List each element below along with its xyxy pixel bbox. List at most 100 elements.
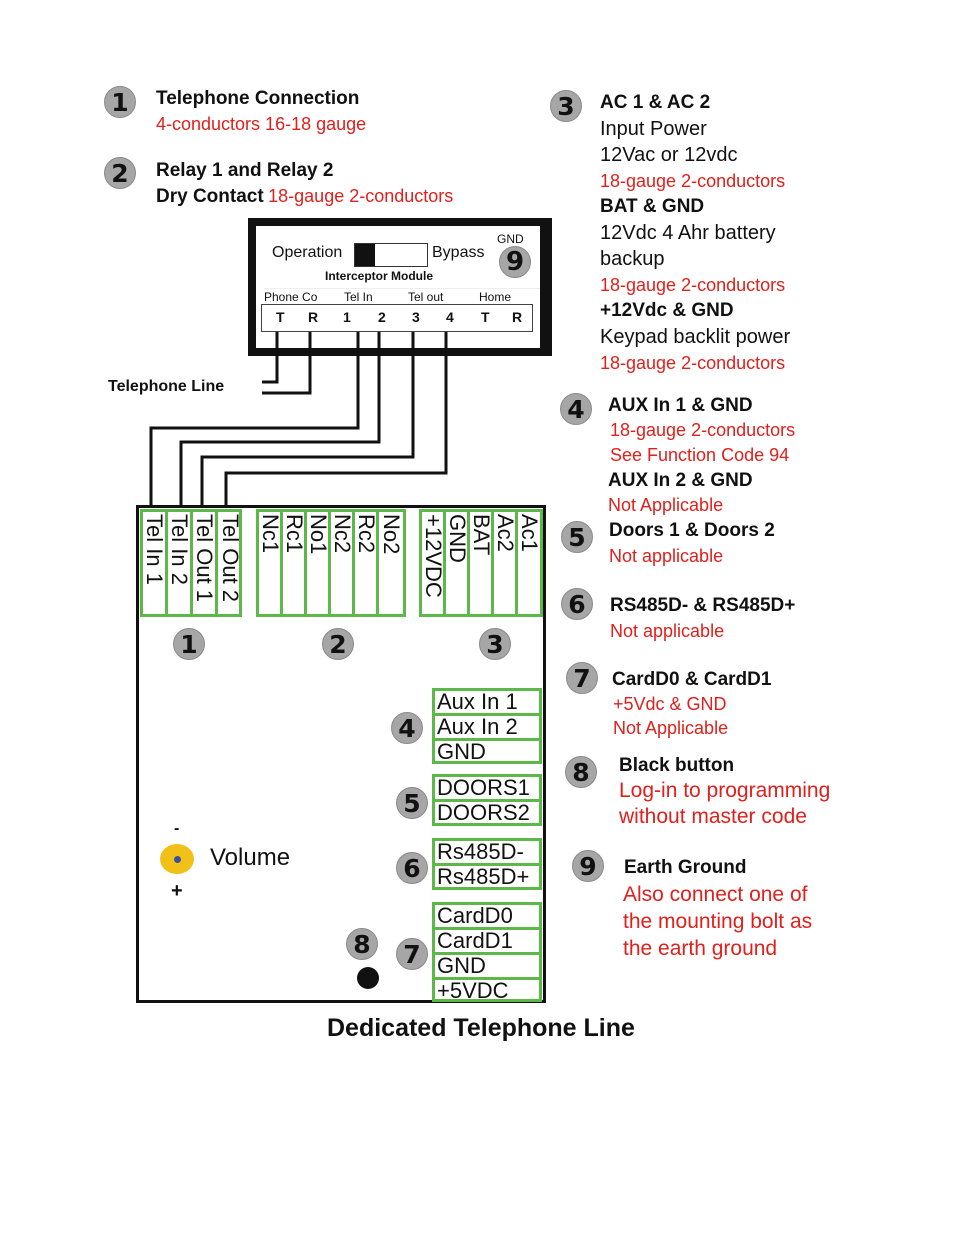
terminal-2: 2 bbox=[378, 309, 386, 325]
group-telout: Tel out bbox=[408, 290, 444, 304]
terminal-R2: R bbox=[512, 309, 523, 325]
label-nc2: Nc2 bbox=[329, 514, 355, 554]
terminal-tel-out-2[interactable]: Tel Out 2 bbox=[218, 512, 243, 614]
terminal-bat[interactable]: BAT bbox=[469, 512, 494, 614]
terminal-doors2[interactable]: DOORS2 bbox=[435, 802, 539, 824]
terminal-rs485-plus[interactable]: Rs485D+ bbox=[435, 866, 539, 888]
bypass-label: Bypass bbox=[432, 244, 485, 261]
item7-title: CardD0 & CardD1 bbox=[612, 669, 772, 690]
group-home: Home bbox=[479, 290, 512, 304]
terminal-block-telephone: Tel In 1 Tel In 2 Tel Out 1 Tel Out 2 bbox=[140, 509, 243, 617]
item3-bat-title: BAT & GND bbox=[600, 196, 705, 217]
badge-6: 6 bbox=[561, 588, 593, 620]
label-no1: No1 bbox=[305, 514, 331, 555]
volume-knob[interactable] bbox=[160, 844, 194, 874]
mode-switch[interactable] bbox=[354, 243, 428, 267]
board-badge-8: 8 bbox=[346, 928, 378, 960]
badge-2: 2 bbox=[104, 157, 136, 189]
badge-7: 7 bbox=[566, 662, 598, 694]
terminal-aux-gnd[interactable]: GND bbox=[435, 741, 539, 763]
board-badge-4: 4 bbox=[391, 712, 423, 744]
terminal-gnd-power[interactable]: GND bbox=[444, 512, 470, 614]
item3-ac-line2: 12Vac or 12vdc bbox=[600, 144, 738, 166]
terminal-doors1[interactable]: DOORS1 bbox=[435, 777, 539, 802]
wire-telout-3 bbox=[200, 332, 415, 505]
label-tel-out-1: Tel Out 1 bbox=[192, 514, 217, 603]
interceptor-module: Operation Bypass GND 9 Interceptor Modul… bbox=[248, 218, 552, 356]
item1-note: 4-conductors 16-18 gauge bbox=[156, 114, 367, 134]
terminal-card-d0[interactable]: CardD0 bbox=[435, 905, 539, 930]
item2-title: Relay 1 and Relay 2 bbox=[156, 160, 334, 181]
item9-title: Earth Ground bbox=[624, 857, 747, 878]
divider bbox=[264, 288, 540, 289]
terminal-1: 1 bbox=[343, 309, 351, 325]
terminal-card-d1[interactable]: CardD1 bbox=[435, 930, 539, 955]
terminal-card-gnd[interactable]: GND bbox=[435, 955, 539, 980]
operation-label: Operation bbox=[272, 244, 343, 261]
terminal-block-rs485: Rs485D- Rs485D+ bbox=[432, 838, 542, 890]
terminal-no2[interactable]: No2 bbox=[379, 512, 404, 614]
terminal-tel-in-1[interactable]: Tel In 1 bbox=[142, 512, 168, 614]
terminal-nc2[interactable]: Nc2 bbox=[329, 512, 355, 614]
label-no2: No2 bbox=[379, 514, 404, 555]
terminal-12vdc[interactable]: +12VDC bbox=[421, 512, 446, 614]
board-badge-3: 3 bbox=[479, 628, 511, 660]
terminal-tel-out-1[interactable]: Tel Out 1 bbox=[192, 512, 218, 614]
board-badge-5: 5 bbox=[396, 787, 428, 819]
item2-note: 18-gauge 2-conductors bbox=[268, 186, 454, 206]
badge-1: 1 bbox=[104, 86, 136, 118]
terminal-3: 3 bbox=[412, 309, 420, 325]
item3-kp-title: +12Vdc & GND bbox=[600, 300, 734, 321]
terminal-T2: T bbox=[481, 309, 490, 325]
terminal-ac1[interactable]: Ac1 bbox=[517, 512, 542, 614]
terminal-nc1[interactable]: Nc1 bbox=[257, 512, 283, 614]
label-rc2: Rc2 bbox=[353, 514, 379, 554]
terminal-tel-in-2[interactable]: Tel In 2 bbox=[167, 512, 193, 614]
black-button[interactable] bbox=[357, 967, 379, 989]
item4-title2: AUX In 2 & GND bbox=[608, 470, 753, 491]
item4-note2: Not Applicable bbox=[608, 495, 724, 515]
wire-telin-1 bbox=[149, 332, 360, 505]
volume-label: Volume bbox=[210, 844, 291, 871]
terminal-ac2[interactable]: Ac2 bbox=[492, 512, 518, 614]
terminal-aux-in-2[interactable]: Aux In 2 bbox=[435, 716, 539, 741]
terminal-rs485-minus[interactable]: Rs485D- bbox=[435, 841, 539, 866]
item4-note1a: 18-gauge 2-conductors bbox=[610, 420, 796, 440]
terminal-rc1[interactable]: Rc1 bbox=[282, 512, 307, 614]
label-ac2: Ac2 bbox=[492, 514, 518, 552]
item7-note1: +5Vdc & GND bbox=[613, 694, 727, 714]
item9-note1: Also connect one of bbox=[623, 883, 808, 906]
board-badge-1: 1 bbox=[173, 628, 205, 660]
board-badge-2: 2 bbox=[322, 628, 354, 660]
label-gnd-power: GND bbox=[444, 514, 470, 563]
item3-ac-line1: Input Power bbox=[600, 118, 707, 140]
terminal-block-doors: DOORS1 DOORS2 bbox=[432, 774, 542, 826]
module-name: Interceptor Module bbox=[325, 269, 434, 283]
badge-9-module: 9 bbox=[499, 246, 531, 278]
terminal-aux-in-1[interactable]: Aux In 1 bbox=[435, 691, 539, 716]
terminal-block-relays: Nc1 Rc1 No1 Nc2 Rc2 No2 bbox=[256, 509, 406, 617]
badge-4: 4 bbox=[560, 393, 592, 425]
switch-knob[interactable] bbox=[355, 244, 375, 266]
terminal-rc2[interactable]: Rc2 bbox=[353, 512, 379, 614]
label-tel-out-2: Tel Out 2 bbox=[218, 514, 243, 603]
label-nc1: Nc1 bbox=[257, 514, 283, 554]
item9-note3: the earth ground bbox=[623, 937, 778, 960]
volume-plus: + bbox=[171, 880, 183, 902]
terminal-card-5vdc[interactable]: +5VDC bbox=[435, 980, 539, 1002]
item8-note2: without master code bbox=[619, 805, 807, 828]
terminal-no1[interactable]: No1 bbox=[305, 512, 331, 614]
terminal-T1: T bbox=[276, 309, 285, 325]
module-terminal-strip: T R 1 2 3 4 T R bbox=[261, 304, 533, 332]
item3-kp-note: 18-gauge 2-conductors bbox=[600, 353, 786, 373]
label-tel-in-1: Tel In 1 bbox=[142, 514, 167, 585]
group-telin: Tel In bbox=[344, 290, 373, 304]
wire-telin-2 bbox=[179, 332, 381, 505]
terminal-block-card: CardD0 CardD1 GND +5VDC bbox=[432, 902, 542, 1002]
item6-title: RS485D- & RS485D+ bbox=[610, 595, 796, 616]
item6-note: Not applicable bbox=[610, 621, 725, 641]
volume-minus: - bbox=[174, 820, 180, 837]
item2-line2: Dry Contact 18-gauge 2-conductors bbox=[156, 186, 453, 208]
terminal-4: 4 bbox=[446, 309, 454, 325]
terminal-R1: R bbox=[308, 309, 319, 325]
